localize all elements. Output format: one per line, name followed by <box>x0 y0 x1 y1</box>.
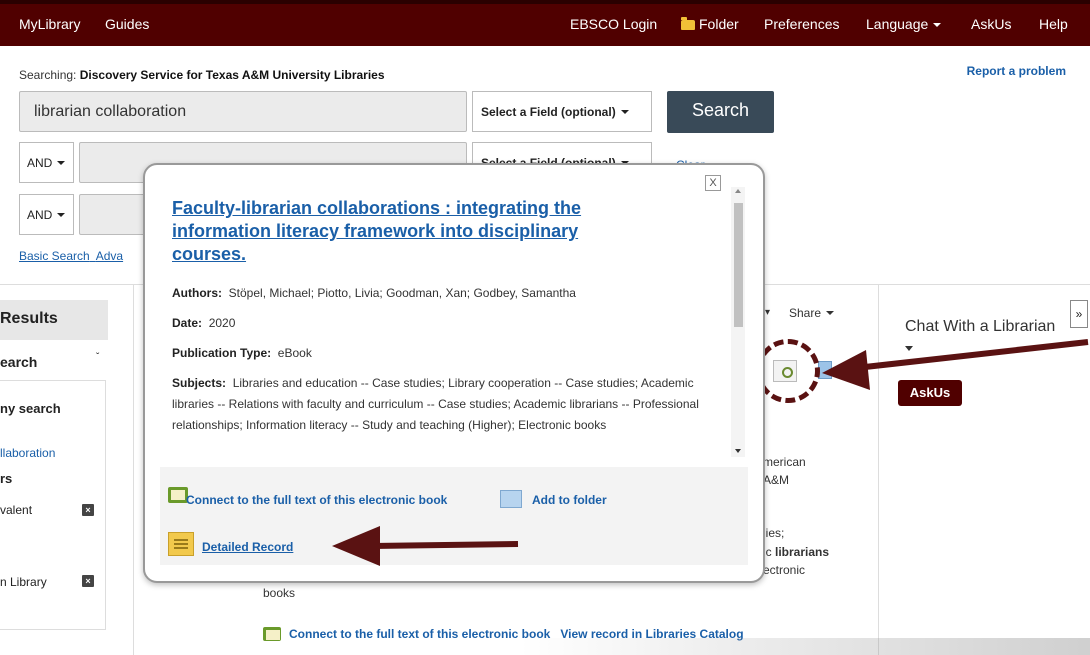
add-to-folder-icon[interactable] <box>500 490 522 508</box>
subjects-row: Subjects: Libraries and education -- Cas… <box>172 373 717 436</box>
connect-fulltext-link[interactable]: Connect to the full text of this electro… <box>289 627 550 641</box>
date-row: Date: 2020 <box>172 313 235 334</box>
record-title-link[interactable]: Faculty-librarian collaborations : integ… <box>172 197 632 266</box>
result-text: lies; <box>763 526 785 540</box>
nav-folder[interactable]: Folder <box>681 16 739 32</box>
basic-search-link[interactable]: Basic Search <box>19 249 90 263</box>
divider <box>878 285 879 655</box>
field-select-1[interactable]: Select a Field (optional) <box>472 91 652 132</box>
share-label: Share <box>789 306 822 320</box>
nav-ebsco-login[interactable]: EBSCO Login <box>570 16 657 32</box>
folder-icon <box>681 17 695 30</box>
subjects-value: Libraries and education -- Case studies;… <box>172 376 699 432</box>
refine-search-heading: earch <box>0 354 38 370</box>
advanced-search-link[interactable]: Adva <box>96 249 123 263</box>
search-term-link[interactable]: llaboration <box>0 446 55 460</box>
nav-language-label: Language <box>866 16 929 32</box>
popup-actions: Connect to the full text of this electro… <box>160 467 748 565</box>
divider <box>133 285 134 655</box>
nav-mylibrary[interactable]: MyLibrary <box>19 16 80 32</box>
chevron-down-icon <box>826 311 835 315</box>
result-text: books <box>263 586 296 600</box>
searching-label: Searching: <box>19 68 77 82</box>
result-highlight: librarians <box>775 545 830 559</box>
chevron-down-icon <box>933 23 942 27</box>
ebook-icon <box>168 487 188 503</box>
report-problem-link[interactable]: Report a problem <box>967 64 1066 78</box>
expand-panel-button[interactable]: » <box>1070 300 1088 328</box>
record-preview-popup: X Faculty-librarian collaborations : int… <box>143 163 765 583</box>
pubtype-label: Publication Type: <box>172 346 272 360</box>
date-value: 2020 <box>208 316 236 330</box>
nav-askus[interactable]: AskUs <box>971 16 1011 32</box>
result-text: merican <box>763 455 806 469</box>
connect-fulltext-link[interactable]: Connect to the full text of this electro… <box>186 493 447 507</box>
search-input[interactable]: librarian collaboration <box>19 91 467 132</box>
detailed-record-icon <box>168 532 194 556</box>
bool-select-label: AND <box>27 156 53 170</box>
results-heading: Results <box>0 310 58 327</box>
nav-folder-label: Folder <box>699 16 739 32</box>
limiter-library: n Library <box>0 575 47 589</box>
authors-value: Stöpel, Michael; Piotto, Livia; Goodman,… <box>228 286 576 300</box>
limiters-heading: rs <box>0 471 13 486</box>
nav-preferences[interactable]: Preferences <box>764 16 839 32</box>
result-text: ic librarians <box>763 545 829 559</box>
shadow-fade <box>520 638 1090 655</box>
nav-guides[interactable]: Guides <box>105 16 149 32</box>
scroll-up-icon[interactable] <box>735 189 741 193</box>
authors-row: Authors: Stöpel, Michael; Piotto, Livia;… <box>172 283 576 304</box>
result-text: A&M <box>763 473 790 487</box>
search-button[interactable]: Search <box>667 91 774 133</box>
top-nav-bar: MyLibrary Guides EBSCO Login Folder Pref… <box>0 0 1090 46</box>
remove-icon[interactable]: × <box>82 504 94 516</box>
highlight-circle <box>756 339 820 403</box>
bool-select-label: AND <box>27 208 53 222</box>
pubtype-row: Publication Type: eBook <box>172 343 312 364</box>
field-select-label: Select a Field (optional) <box>481 105 616 119</box>
bool-select-1[interactable]: AND <box>19 142 74 183</box>
bool-select-2[interactable]: AND <box>19 194 74 235</box>
nav-help[interactable]: Help <box>1039 16 1068 32</box>
detailed-record-link[interactable]: Detailed Record <box>202 540 293 554</box>
remove-icon[interactable]: × <box>82 575 94 587</box>
searching-line: Searching: Discovery Service for Texas A… <box>19 68 385 82</box>
chevron-down-icon <box>57 213 66 217</box>
chevron-down-icon <box>57 161 66 165</box>
share-menu[interactable]: Share <box>789 306 835 320</box>
date-label: Date: <box>172 316 203 330</box>
add-to-folder-icon[interactable] <box>818 361 832 379</box>
search-mode-links: Basic Search Adva <box>19 249 123 263</box>
chevron-down-icon[interactable]: ▾ <box>765 307 770 318</box>
chat-title: Chat With a Librarian <box>905 318 1056 335</box>
askus-button[interactable]: AskUs <box>898 380 962 406</box>
chevron-down-icon <box>620 110 629 114</box>
subjects-label: Subjects: <box>172 376 227 390</box>
add-to-folder-link[interactable]: Add to folder <box>532 493 607 507</box>
result-text: ectronic <box>763 563 806 577</box>
limiter-equivalent: valent <box>0 503 33 517</box>
arrow-shaft <box>855 339 1089 371</box>
close-button[interactable]: X <box>705 175 721 191</box>
authors-label: Authors: <box>172 286 222 300</box>
chevron-down-icon[interactable] <box>905 346 913 351</box>
pubtype-value: eBook <box>277 346 312 360</box>
my-search-heading: ny search <box>0 401 61 416</box>
scrollbar-thumb[interactable] <box>734 203 743 327</box>
scroll-down-icon[interactable] <box>735 449 741 453</box>
ebook-icon <box>263 627 281 641</box>
searching-target: Discovery Service for Texas A&M Universi… <box>79 68 385 82</box>
chevron-down-icon[interactable]: ˇ <box>96 352 99 363</box>
nav-language[interactable]: Language <box>866 16 942 32</box>
